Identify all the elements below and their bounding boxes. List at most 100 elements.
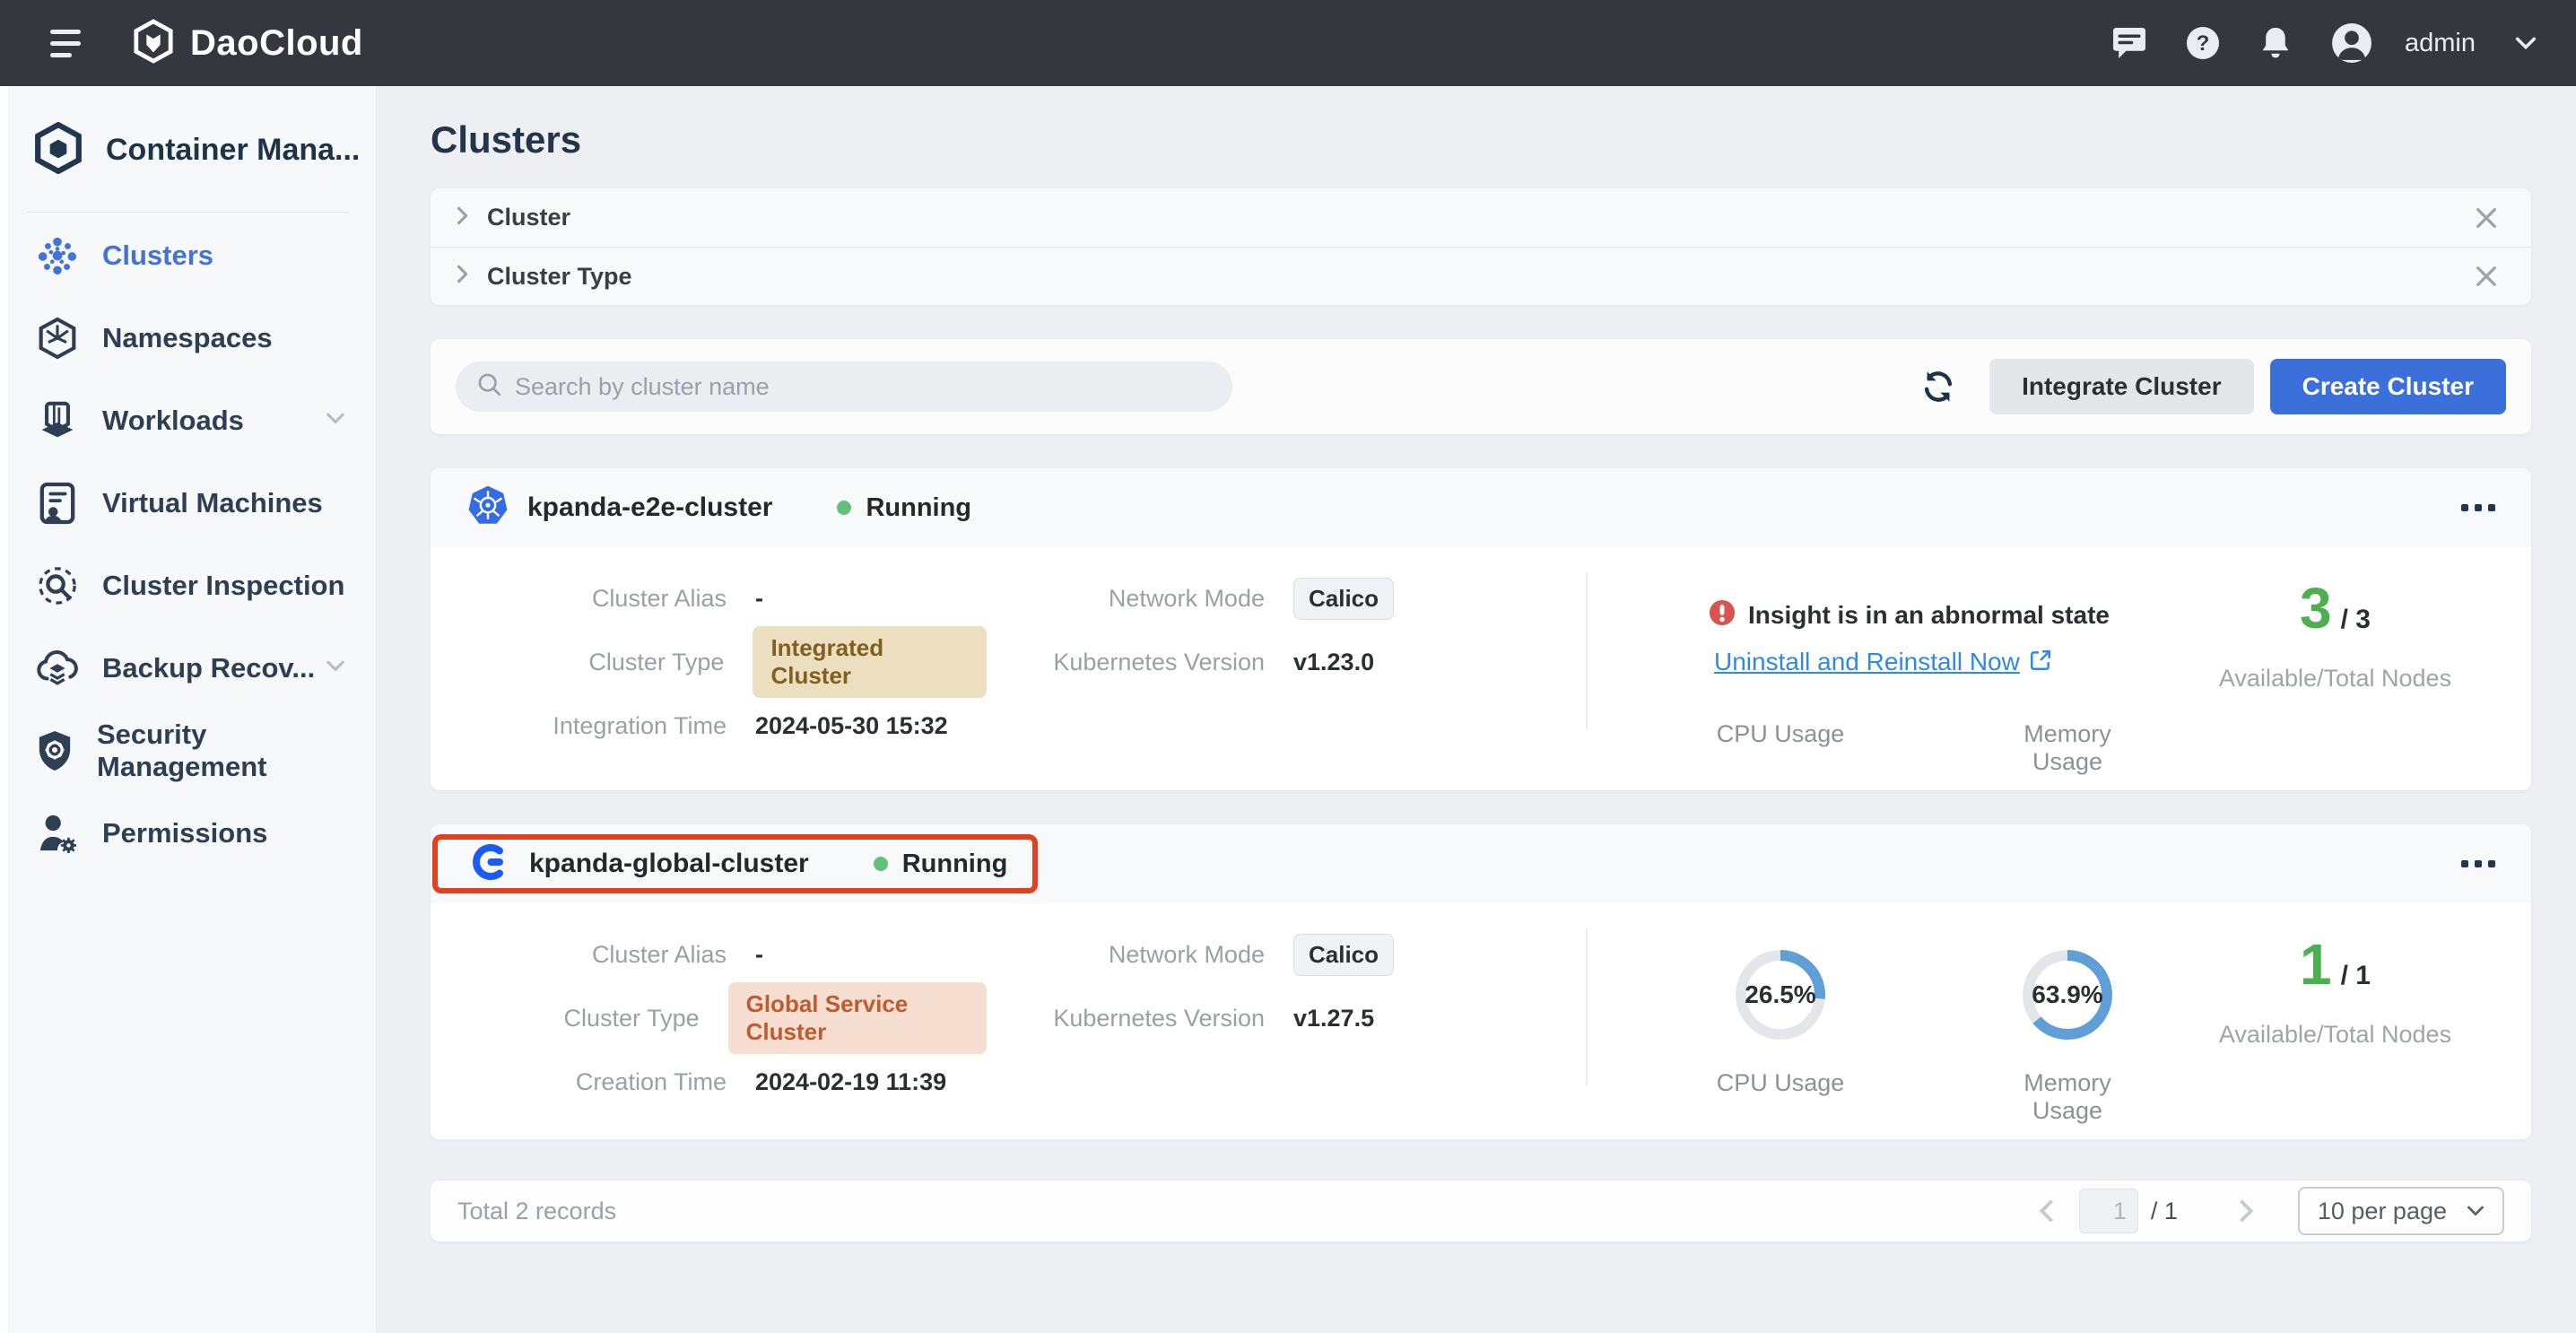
filter-panel: Cluster Cluster Type: [431, 188, 2531, 305]
cpu-usage-label: CPU Usage: [1709, 720, 1852, 776]
sidebar-item-label: Namespaces: [102, 322, 273, 354]
cluster-inspection-icon: [36, 565, 79, 606]
notification-bell-icon[interactable]: [2259, 26, 2292, 60]
chevron-right-icon: [456, 265, 467, 288]
daocloud-logo-icon: [133, 19, 174, 68]
cluster-card-body: Cluster Alias- Cluster TypeIntegrated Cl…: [431, 547, 2531, 790]
nodes-summary: 3 / 3 Available/Total Nodes: [2175, 569, 2495, 776]
search-box[interactable]: [456, 362, 1232, 412]
next-page-icon[interactable]: [2233, 1199, 2258, 1223]
sidebar-item-label: Cluster Inspection: [102, 570, 344, 602]
chevron-down-icon: [326, 413, 345, 429]
sidebar-item-clusters[interactable]: Clusters: [0, 214, 376, 297]
more-actions-button[interactable]: [2461, 495, 2495, 520]
sidebar-item-label: Virtual Machines: [102, 487, 323, 519]
close-icon[interactable]: [2476, 266, 2497, 287]
chevron-down-icon: [2467, 1206, 2485, 1216]
status-dot: [837, 501, 851, 515]
brand-name: DaoCloud: [190, 23, 363, 64]
sidebar-item-label: Clusters: [102, 240, 213, 272]
field-label: Creation Time: [466, 1068, 727, 1096]
clusters-icon: [36, 235, 79, 276]
memory-usage-donut: 63.9% Memory Usage: [1996, 945, 2139, 1125]
reinstall-link[interactable]: Uninstall and Reinstall Now: [1714, 648, 2175, 676]
virtual-machines-icon: [36, 482, 79, 525]
workloads-icon: [36, 399, 79, 442]
cluster-name-link[interactable]: kpanda-e2e-cluster: [527, 492, 772, 523]
filter-row-cluster[interactable]: Cluster: [431, 188, 2531, 247]
kubernetes-logo-icon: [466, 484, 509, 532]
field-value: -: [755, 941, 763, 969]
sidebar-item-workloads[interactable]: Workloads: [0, 379, 376, 462]
sidebar-nav: Clusters Namespaces Workloads Virtual Ma…: [0, 214, 376, 875]
field-label: Cluster Type: [466, 1005, 700, 1032]
sidebar-item-virtual-machines[interactable]: Virtual Machines: [0, 462, 376, 545]
network-mode-badge: Calico: [1293, 934, 1394, 976]
toolbar: Integrate Cluster Create Cluster: [431, 339, 2531, 434]
help-icon[interactable]: ?: [2186, 26, 2220, 60]
status-dot: [874, 857, 888, 871]
network-mode-badge: Calico: [1293, 578, 1394, 620]
create-cluster-button[interactable]: Create Cluster: [2270, 359, 2506, 414]
sidebar: Container Mana... Clusters Namespaces Wo…: [0, 86, 377, 1333]
field-value: 2024-02-19 11:39: [755, 1068, 946, 1096]
cpu-usage-value: 26.5%: [1731, 945, 1830, 1044]
nodes-available: 1: [2300, 931, 2332, 998]
chat-icon[interactable]: [2112, 27, 2146, 59]
sidebar-item-label: Workloads: [102, 405, 244, 437]
field-label: Cluster Alias: [466, 585, 727, 613]
cluster-type-badge: Integrated Cluster: [753, 626, 987, 698]
sidebar-item-label: Backup Recov...: [102, 652, 315, 684]
status-badge: Running: [837, 493, 971, 523]
status-badge: Running: [874, 849, 1008, 879]
annotation-red-box: kpanda-global-cluster Running: [432, 834, 1038, 893]
field-label: Cluster Alias: [466, 941, 727, 969]
cluster-card-kpanda-e2e-cluster: kpanda-e2e-cluster Running Cluster Alias…: [431, 468, 2531, 790]
filter-label: Cluster: [487, 204, 570, 231]
sidebar-item-label: Permissions: [102, 817, 267, 849]
sidebar-item-security-management[interactable]: Security Management: [0, 710, 376, 792]
refresh-icon[interactable]: [1919, 368, 1957, 405]
user-menu-chevron-icon[interactable]: [2515, 37, 2537, 49]
cpu-usage-donut: 26.5% CPU Usage: [1709, 945, 1852, 1125]
nodes-caption: Available/Total Nodes: [2219, 665, 2451, 693]
cluster-identity: kpanda-e2e-cluster Running: [466, 478, 971, 537]
sidebar-item-backup-recovery[interactable]: Backup Recov...: [0, 627, 376, 710]
user-avatar[interactable]: [2331, 22, 2372, 64]
sidebar-item-cluster-inspection[interactable]: Cluster Inspection: [0, 545, 376, 627]
insight-warning: Insight is in an abnormal state: [1709, 599, 2175, 631]
external-link-icon: [2029, 649, 2052, 676]
cluster-name-link[interactable]: kpanda-global-cluster: [529, 849, 809, 879]
sidebar-item-permissions[interactable]: Permissions: [0, 792, 376, 875]
module-switcher[interactable]: Container Mana...: [34, 124, 376, 176]
namespaces-icon: [36, 317, 79, 360]
integrate-cluster-button[interactable]: Integrate Cluster: [1989, 359, 2254, 414]
chevron-down-icon: [326, 660, 345, 676]
field-label: Network Mode: [987, 585, 1265, 613]
close-icon[interactable]: [2476, 207, 2497, 229]
main-content: Clusters Cluster Cluster Type: [378, 86, 2576, 1333]
sidebar-item-label: Security Management: [97, 719, 345, 783]
field-label: Network Mode: [987, 941, 1265, 969]
brand-logo: DaoCloud: [133, 19, 363, 68]
module-title: Container Mana...: [106, 133, 360, 168]
nodes-total: / 1: [2341, 961, 2371, 991]
vertical-divider: [1586, 572, 1588, 729]
per-page-select[interactable]: 10 per page: [2298, 1187, 2504, 1235]
backup-recovery-icon: [36, 649, 79, 688]
nodes-total: / 3: [2341, 605, 2371, 635]
nodes-summary: 1 / 1 Available/Total Nodes: [2175, 925, 2495, 1125]
hamburger-menu-icon[interactable]: [50, 30, 81, 57]
memory-usage-value: 63.9%: [2018, 945, 2117, 1044]
username-label: admin: [2405, 29, 2476, 58]
sidebar-item-namespaces[interactable]: Namespaces: [0, 297, 376, 379]
search-input[interactable]: [515, 373, 1197, 401]
pagination-bar: Total 2 records / 1 10 per page: [431, 1181, 2531, 1242]
more-actions-button[interactable]: [2461, 851, 2495, 876]
prev-page-icon[interactable]: [2034, 1199, 2059, 1223]
field-value: -: [755, 585, 763, 613]
filter-row-cluster-type[interactable]: Cluster Type: [431, 247, 2531, 305]
page-number-input[interactable]: [2079, 1189, 2138, 1233]
nodes-caption: Available/Total Nodes: [2219, 1021, 2451, 1049]
cluster-card-header: kpanda-e2e-cluster Running: [431, 468, 2531, 547]
